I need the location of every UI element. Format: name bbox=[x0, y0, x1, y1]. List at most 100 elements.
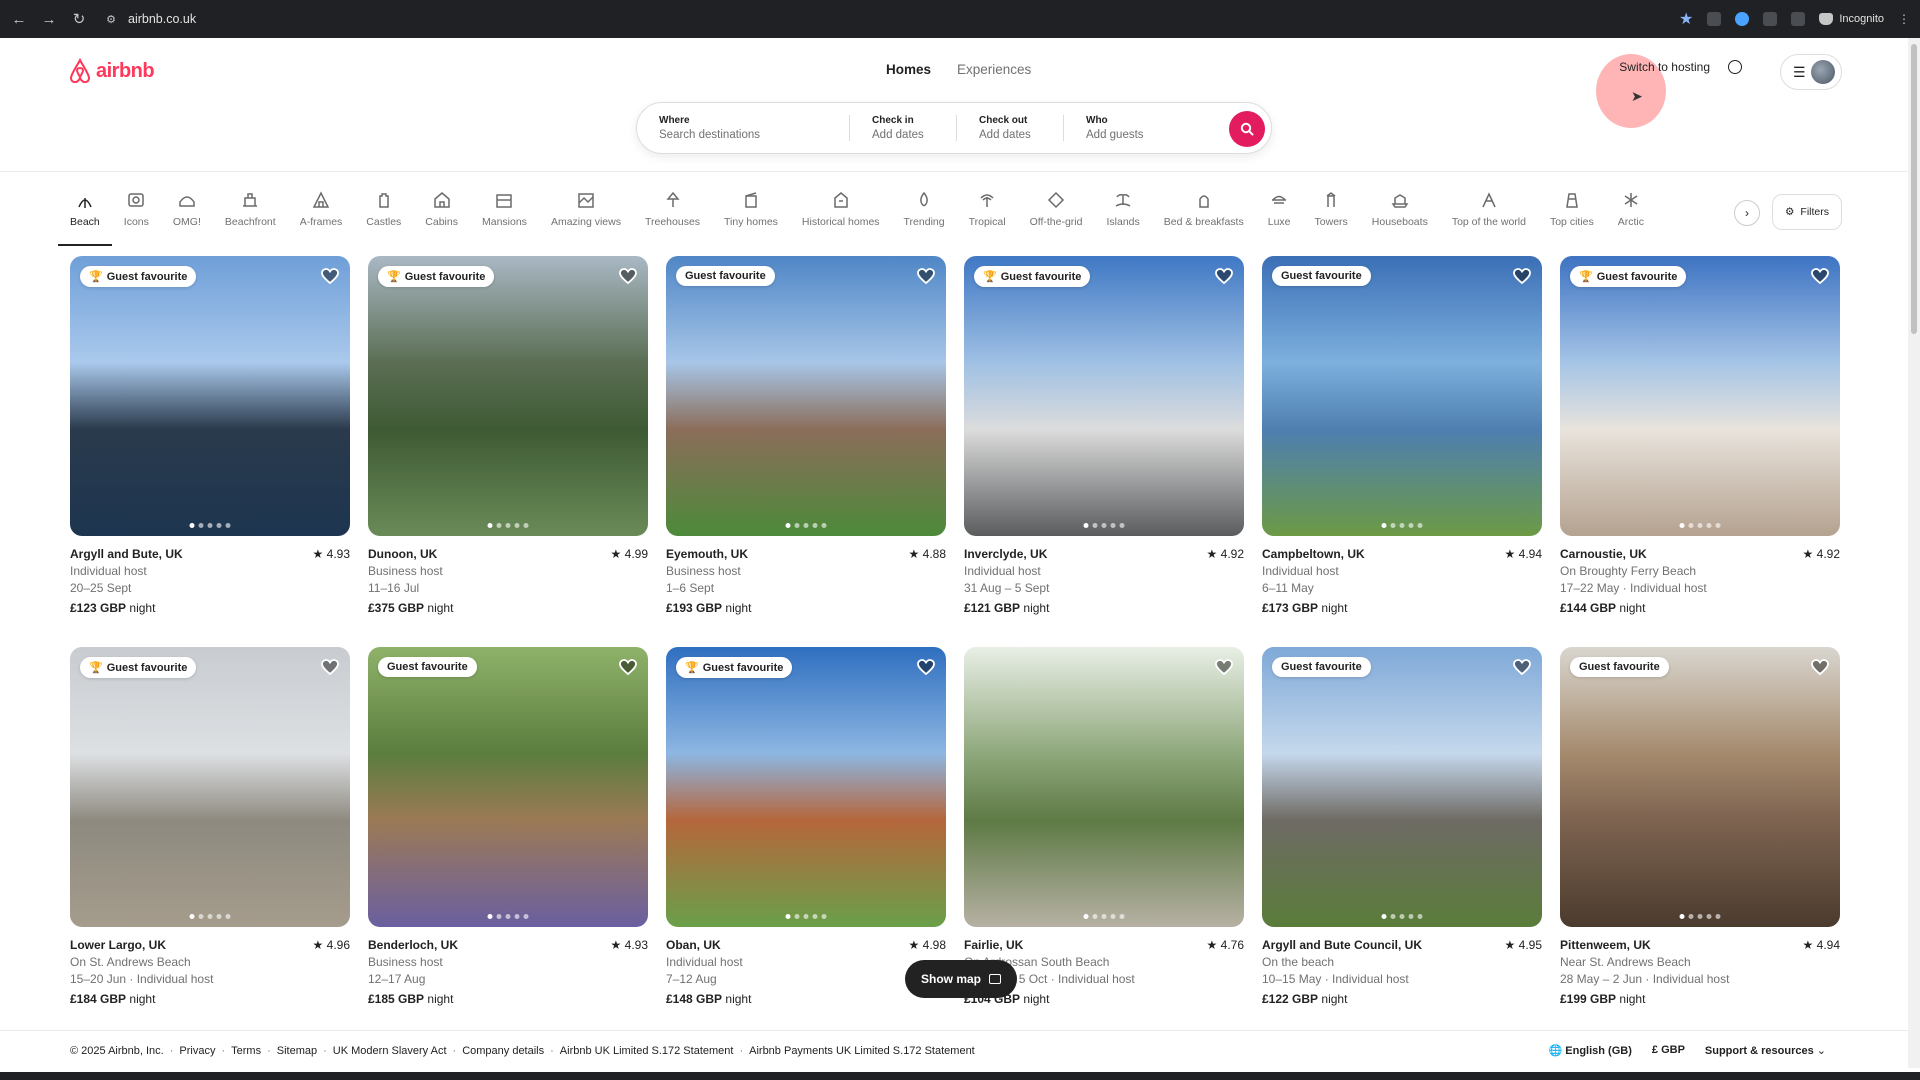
search-button[interactable] bbox=[1229, 111, 1265, 147]
forward-icon[interactable]: → bbox=[38, 8, 60, 30]
listing-photo[interactable]: Guest favourite bbox=[1262, 256, 1542, 536]
airbnb-logo[interactable]: airbnb bbox=[68, 58, 155, 84]
scrollbar-thumb[interactable] bbox=[1911, 44, 1917, 334]
category-off-the-grid[interactable]: Off-the-grid bbox=[1018, 190, 1095, 246]
category-houseboats[interactable]: Houseboats bbox=[1360, 190, 1440, 246]
category-tiny-homes[interactable]: Tiny homes bbox=[712, 190, 790, 246]
browser-menu-icon[interactable]: ⋮ bbox=[1898, 12, 1910, 26]
listing-photo[interactable]: 🏆 Guest favourite bbox=[70, 256, 350, 536]
check-out-field[interactable]: Check out Add dates bbox=[957, 103, 1063, 153]
category-arctic[interactable]: Arctic bbox=[1606, 190, 1656, 246]
url-text: airbnb.co.uk bbox=[128, 12, 197, 26]
listing-card[interactable]: Guest favourite Benderloch, UK ★ 4.93 Busin… bbox=[368, 647, 648, 1008]
footer-link[interactable]: Sitemap bbox=[277, 1045, 317, 1057]
footer-link[interactable]: Airbnb Payments UK Limited S.172 Stateme… bbox=[749, 1045, 975, 1057]
category-towers[interactable]: Towers bbox=[1303, 190, 1360, 246]
extensions-puzzle-icon[interactable] bbox=[1791, 12, 1806, 26]
address-bar[interactable]: ⚙ airbnb.co.uk bbox=[104, 6, 196, 32]
listing-card[interactable]: 🏆 Guest favourite Oban, UK ★ 4.98 Individual… bbox=[666, 647, 946, 1008]
listing-card[interactable]: 🏆 Guest favourite Lower Largo, UK ★ 4.96 On … bbox=[70, 647, 350, 1008]
listing-photo[interactable]: 🏆 Guest favourite bbox=[666, 647, 946, 927]
heart-icon[interactable] bbox=[320, 266, 340, 286]
heart-icon[interactable] bbox=[1810, 266, 1830, 286]
listing-photo[interactable]: Guest favourite bbox=[1560, 647, 1840, 927]
category-castles[interactable]: Castles bbox=[354, 190, 413, 246]
category-mansions[interactable]: Mansions bbox=[470, 190, 539, 246]
category-amazing-views[interactable]: Amazing views bbox=[539, 190, 633, 246]
category-historical-homes[interactable]: Historical homes bbox=[790, 190, 892, 246]
who-field[interactable]: Who Add guests bbox=[1064, 103, 1214, 153]
listing-card[interactable]: 🏆 Guest favourite Carnoustie, UK ★ 4.92 On B… bbox=[1560, 256, 1840, 617]
category-treehouses[interactable]: Treehouses bbox=[633, 190, 712, 246]
incognito-indicator[interactable]: Incognito bbox=[1819, 13, 1884, 25]
page-scrollbar[interactable] bbox=[1908, 38, 1920, 1068]
heart-icon[interactable] bbox=[1512, 266, 1532, 286]
back-icon[interactable]: ← bbox=[8, 8, 30, 30]
category-icons[interactable]: Icons bbox=[112, 190, 161, 246]
category-luxe[interactable]: Luxe bbox=[1256, 190, 1303, 246]
extension-icon[interactable] bbox=[1735, 12, 1750, 26]
category-top-cities[interactable]: Top cities bbox=[1538, 190, 1606, 246]
where-field[interactable]: Where Search destinations bbox=[637, 103, 849, 153]
footer-link[interactable]: UK Modern Slavery Act bbox=[333, 1045, 447, 1057]
heart-icon[interactable] bbox=[1512, 657, 1532, 677]
category-a-frames[interactable]: A-frames bbox=[288, 190, 355, 246]
user-menu-button[interactable]: ☰ bbox=[1780, 54, 1842, 90]
listing-photo[interactable]: 🏆 Guest favourite bbox=[70, 647, 350, 927]
listing-card[interactable]: Guest favourite Campbeltown, UK ★ 4.94 Indi… bbox=[1262, 256, 1542, 617]
category-top-of-the-world[interactable]: Top of the world bbox=[1440, 190, 1538, 246]
listing-photo[interactable]: Guest favourite bbox=[1262, 647, 1542, 927]
listing-card[interactable]: Guest favourite Argyll and Bute Council, … bbox=[1262, 647, 1542, 1008]
heart-icon[interactable] bbox=[1214, 266, 1234, 286]
globe-icon[interactable] bbox=[1728, 60, 1742, 74]
footer-link[interactable]: Terms bbox=[231, 1045, 261, 1057]
category-cabins[interactable]: Cabins bbox=[413, 190, 470, 246]
nav-homes[interactable]: Homes bbox=[886, 62, 931, 77]
listing-card[interactable]: 🏆 Guest favourite Dunoon, UK ★ 4.99 Business… bbox=[368, 256, 648, 617]
listing-card[interactable]: Guest favourite Pittenweem, UK ★ 4.94 Near … bbox=[1560, 647, 1840, 1008]
listing-photo[interactable]: 🏆 Guest favourite bbox=[368, 256, 648, 536]
listing-photo[interactable]: Guest favourite bbox=[666, 256, 946, 536]
heart-icon[interactable] bbox=[916, 657, 936, 677]
site-info-icon[interactable]: ⚙ bbox=[104, 12, 118, 26]
category-next-button[interactable]: › bbox=[1734, 200, 1760, 226]
currency-selector[interactable]: £ GBP bbox=[1652, 1044, 1685, 1057]
extension-icon[interactable] bbox=[1707, 12, 1722, 26]
category-tropical[interactable]: Tropical bbox=[957, 190, 1018, 246]
support-resources-toggle[interactable]: Support & resources ⌄ bbox=[1705, 1044, 1826, 1057]
footer-link[interactable]: Privacy bbox=[179, 1045, 215, 1057]
heart-icon[interactable] bbox=[1214, 657, 1234, 677]
heart-icon[interactable] bbox=[618, 266, 638, 286]
switch-to-hosting-link[interactable]: Switch to hosting bbox=[1619, 60, 1710, 74]
category-beachfront[interactable]: Beachfront bbox=[213, 190, 288, 246]
listing-photo[interactable] bbox=[964, 647, 1244, 927]
language-selector[interactable]: 🌐 English (GB) bbox=[1549, 1044, 1632, 1057]
heart-icon[interactable] bbox=[320, 657, 340, 677]
category-trending[interactable]: Trending bbox=[892, 190, 957, 246]
footer-link[interactable]: Company details bbox=[462, 1045, 544, 1057]
category-bed-breakfasts[interactable]: Bed & breakfasts bbox=[1152, 190, 1256, 246]
listing-photo[interactable]: 🏆 Guest favourite bbox=[964, 256, 1244, 536]
footer-link[interactable]: Airbnb UK Limited S.172 Statement bbox=[560, 1045, 734, 1057]
listing-card[interactable]: 🏆 Guest favourite Argyll and Bute, UK ★ 4.9… bbox=[70, 256, 350, 617]
heart-icon[interactable] bbox=[618, 657, 638, 677]
listing-card[interactable]: Guest favourite Eyemouth, UK ★ 4.88 Busines… bbox=[666, 256, 946, 617]
heart-icon[interactable] bbox=[916, 266, 936, 286]
heart-icon[interactable] bbox=[1810, 657, 1830, 677]
listing-photo[interactable]: 🏆 Guest favourite bbox=[1560, 256, 1840, 536]
check-in-field[interactable]: Check in Add dates bbox=[850, 103, 956, 153]
extension-icon[interactable] bbox=[1763, 12, 1778, 26]
listing-info: Dunoon, UK ★ 4.99 Business host 11–16 Jul £3… bbox=[368, 546, 648, 617]
reload-icon[interactable]: ↻ bbox=[68, 8, 90, 30]
category-islands[interactable]: Islands bbox=[1094, 190, 1151, 246]
listing-info: Oban, UK ★ 4.98 Individual host 7–12 Aug £14… bbox=[666, 937, 946, 1008]
listing-card[interactable]: 🏆 Guest favourite Inverclyde, UK ★ 4.92 Indi… bbox=[964, 256, 1244, 617]
show-map-button[interactable]: Show map bbox=[905, 960, 1018, 998]
listing-card[interactable]: Fairlie, UK ★ 4.76 On Ardrossan South Beac… bbox=[964, 647, 1244, 1008]
bookmark-star-icon[interactable]: ★ bbox=[1679, 9, 1693, 29]
listing-photo[interactable]: Guest favourite bbox=[368, 647, 648, 927]
category-omg[interactable]: OMG! bbox=[161, 190, 213, 246]
category-beach[interactable]: Beach bbox=[58, 190, 112, 246]
filters-button[interactable]: ⚙ Filters bbox=[1772, 194, 1842, 230]
nav-experiences[interactable]: Experiences bbox=[957, 62, 1031, 77]
